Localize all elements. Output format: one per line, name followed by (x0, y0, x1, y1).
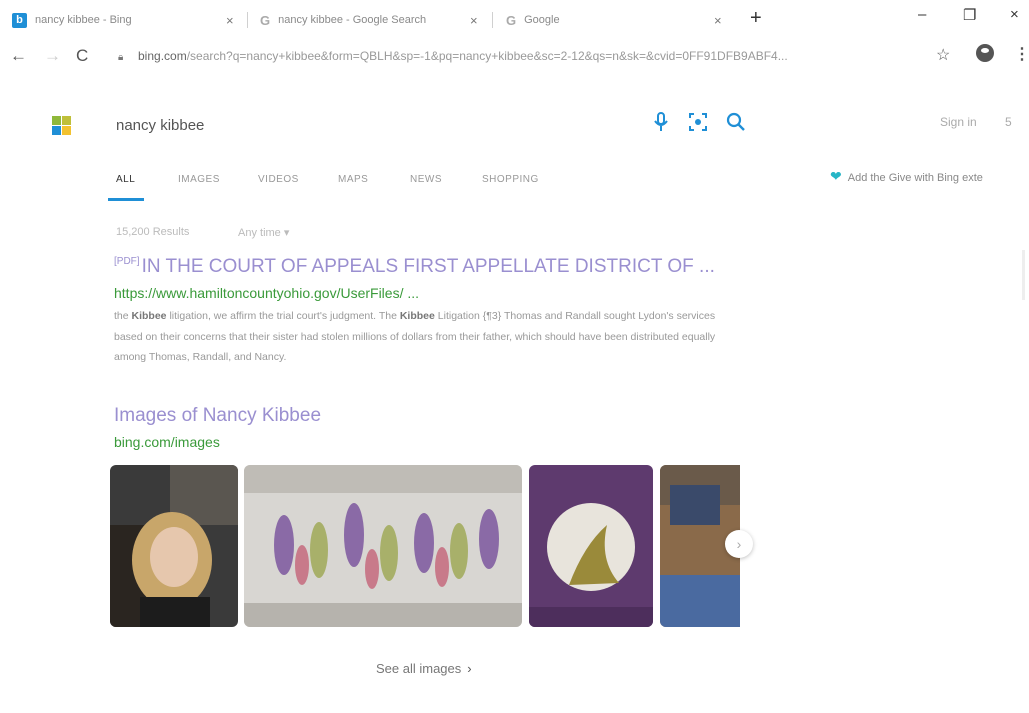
tab-google-search[interactable]: G nancy kibbee - Google Search × (260, 6, 485, 34)
search-icon[interactable] (726, 112, 746, 137)
result-title-text: IN THE COURT OF APPEALS FIRST APPELLATE … (141, 256, 715, 277)
url-host: bing.com (138, 49, 187, 63)
window-close-button[interactable]: × (1010, 6, 1019, 23)
forward-button[interactable]: → (44, 46, 61, 66)
chevron-right-icon: › (467, 661, 472, 676)
give-with-bing-banner[interactable]: ❤ Add the Give with Bing exte (830, 168, 983, 185)
heart-icon: ❤ (830, 168, 842, 184)
microphone-icon[interactable] (654, 112, 668, 137)
url-path: /search?q=nancy+kibbee&form=QBLH&sp=-1&p… (186, 49, 788, 63)
google-icon: G (260, 12, 271, 28)
menu-icon[interactable]: ⋮ (1014, 44, 1029, 64)
tab-google[interactable]: G Google × (506, 6, 731, 34)
visual-search-icon[interactable] (688, 112, 708, 137)
sign-in-link[interactable]: Sign in (940, 115, 977, 129)
time-filter-dropdown[interactable]: Any time ▾ (238, 226, 289, 239)
see-all-label: See all images (376, 661, 462, 676)
image-thumbnail-moon-artwork[interactable] (529, 465, 653, 627)
close-icon[interactable]: × (714, 13, 722, 28)
tab-title: nancy kibbee - Bing (35, 14, 132, 26)
rewards-badge[interactable]: 5 (1005, 115, 1012, 129)
tab-separator (492, 12, 493, 28)
results-count: 15,200 Results (116, 226, 190, 238)
back-button[interactable]: ← (10, 46, 27, 66)
see-all-images-link[interactable]: See all images › (376, 661, 472, 676)
nav-tab-news[interactable]: NEWS (410, 174, 442, 185)
nav-tab-all[interactable]: ALL (116, 174, 135, 185)
image-thumbnail-portrait[interactable] (110, 465, 238, 627)
bing-logo[interactable] (52, 116, 72, 136)
carousel-next-button[interactable]: › (725, 530, 753, 558)
result-snippet: the Kibbee litigation, we affirm the tri… (114, 310, 716, 363)
pdf-tag: [PDF] (114, 256, 140, 267)
give-banner-text: Add the Give with Bing exte (847, 172, 983, 184)
images-section-url[interactable]: bing.com/images (114, 434, 220, 450)
new-tab-button[interactable]: + (750, 7, 762, 30)
reload-button[interactable]: C (76, 46, 88, 66)
tab-title: nancy kibbee - Google Search (278, 14, 427, 26)
scrollbar[interactable] (1022, 250, 1025, 300)
search-input[interactable]: nancy kibbee (116, 117, 204, 134)
profile-icon[interactable] (976, 44, 994, 62)
result-title-link[interactable]: [PDF] IN THE COURT OF APPEALS FIRST APPEL… (114, 256, 715, 278)
tab-separator (247, 12, 248, 28)
restore-button[interactable]: ❐ (963, 6, 976, 24)
lock-icon: 🔒︎ (118, 52, 124, 63)
images-section-title[interactable]: Images of Nancy Kibbee (114, 405, 321, 427)
minimize-button[interactable]: – (918, 6, 926, 23)
tab-bar: b nancy kibbee - Bing × G nancy kibbee -… (0, 0, 1029, 38)
tab-title: Google (524, 14, 560, 26)
image-thumbnail-mural[interactable] (244, 465, 522, 627)
bookmark-star-icon[interactable]: ☆ (936, 45, 950, 65)
bing-icon: b (12, 12, 27, 28)
nav-tab-images[interactable]: IMAGES (178, 174, 220, 185)
result-url[interactable]: https://www.hamiltoncountyohio.gov/UserF… (114, 285, 419, 301)
nav-tab-shopping[interactable]: SHOPPING (482, 174, 539, 185)
google-icon: G (506, 12, 517, 28)
nav-tab-videos[interactable]: VIDEOS (258, 174, 299, 185)
url-field[interactable]: bing.com/search?q=nancy+kibbee&form=QBLH… (138, 49, 928, 63)
tab-bing[interactable]: b nancy kibbee - Bing × (12, 6, 242, 34)
close-icon[interactable]: × (470, 13, 478, 28)
active-tab-indicator (108, 198, 144, 201)
nav-tab-maps[interactable]: MAPS (338, 174, 368, 185)
close-icon[interactable]: × (226, 13, 234, 28)
